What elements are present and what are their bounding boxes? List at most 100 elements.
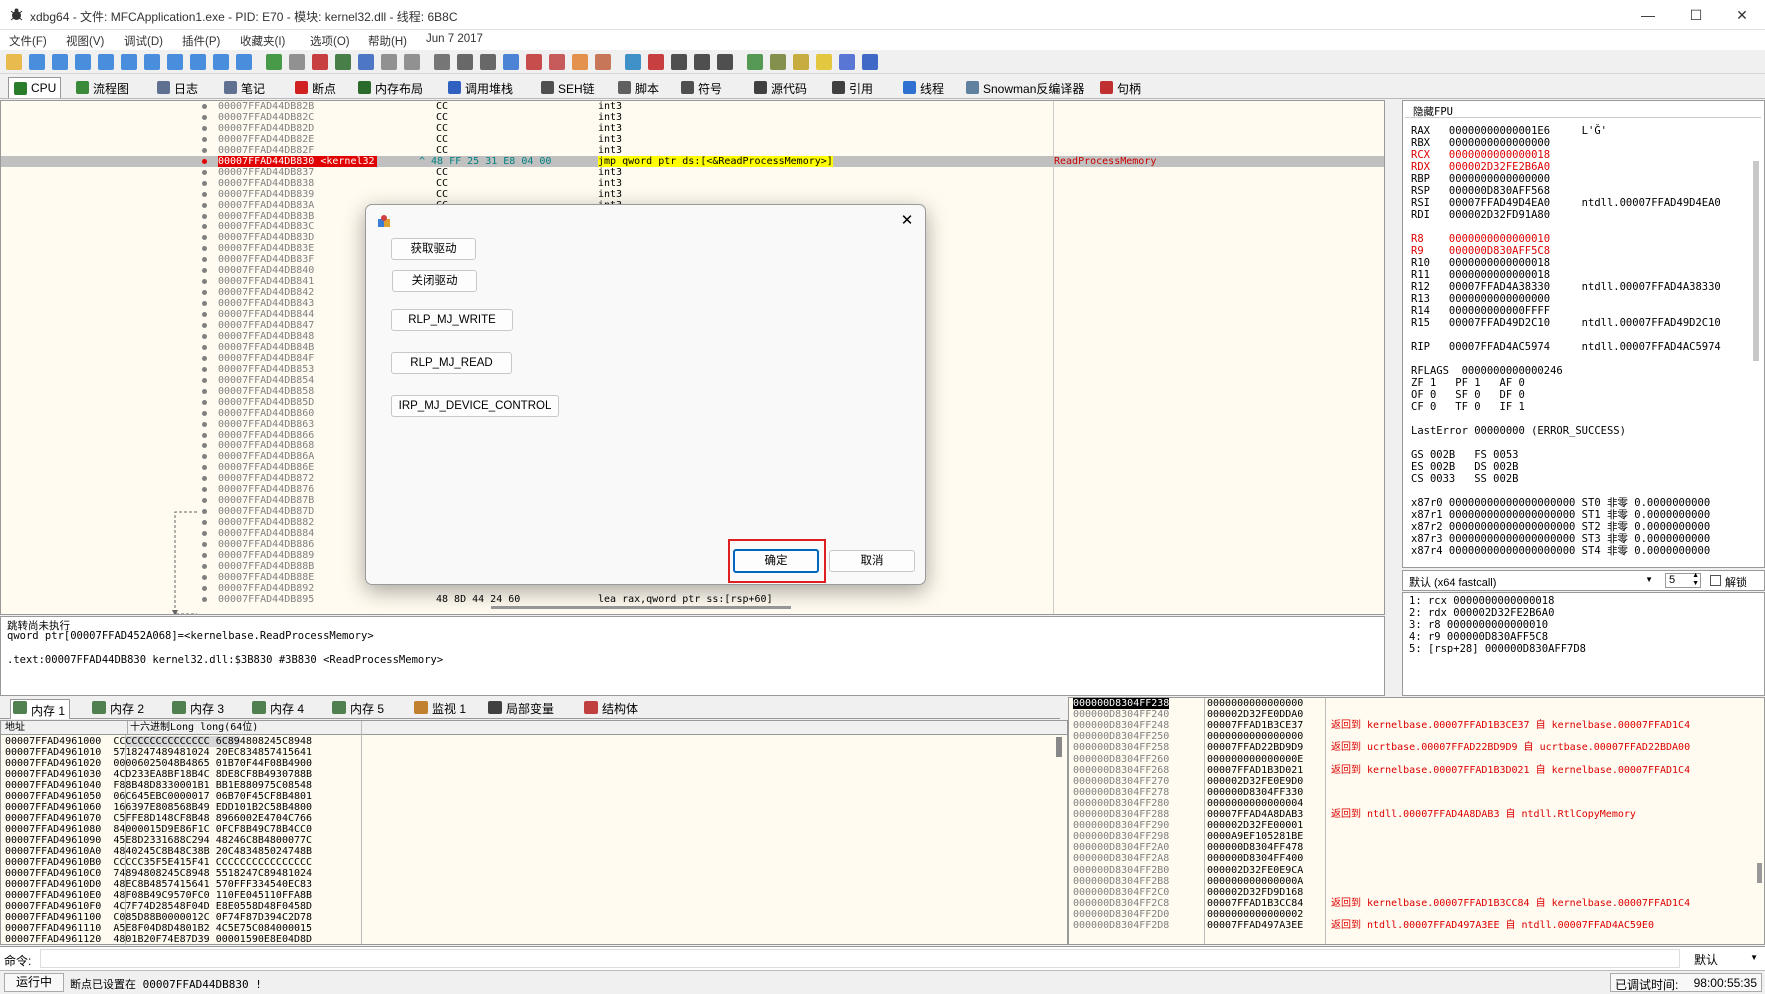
cancel-button[interactable]: 取消	[829, 550, 915, 572]
breakpoint-dot-icon[interactable]	[202, 279, 207, 285]
breakpoint-dot-icon[interactable]	[202, 301, 207, 307]
register-line[interactable]: RSP 000000D830AFF568	[1411, 185, 1550, 197]
symbols-icon[interactable]	[434, 54, 450, 70]
dump-row[interactable]: 00007FFAD4961090 45E8D2331688C294 48246C…	[5, 835, 312, 846]
register-line[interactable]: RDI 000002D32FD91A80	[1411, 209, 1550, 221]
dialog-button-2[interactable]: RLP_MJ_WRITE	[391, 309, 513, 331]
disasm-row[interactable]: 00007FFAD44DB82F CC int3	[1, 145, 1384, 156]
dialog-button-0[interactable]: 获取驱动	[391, 238, 476, 260]
breakpoint-dot-icon[interactable]	[202, 366, 207, 372]
memory-tab-7[interactable]: 结构体	[582, 700, 638, 717]
breakpoint-dot-icon[interactable]	[202, 520, 207, 526]
dump-col-address[interactable]: 地址	[5, 721, 25, 734]
settings-icon[interactable]	[770, 54, 786, 70]
breakpoint-dot-icon[interactable]	[202, 399, 207, 405]
breakpoint-dot-icon[interactable]	[202, 476, 207, 482]
stack-value[interactable]: 000002D32FE00001	[1207, 820, 1303, 831]
breakpoint-dot-icon[interactable]	[202, 290, 207, 296]
comment-icon[interactable]	[572, 54, 588, 70]
menu-item-1[interactable]: 视图(V)	[66, 33, 104, 49]
stack-value[interactable]: 000002D32FE0DDA0	[1207, 709, 1303, 720]
dump-row[interactable]: 00007FFAD49610D0 48EC8B4857415641 570FFF…	[5, 879, 312, 890]
register-line[interactable]: RIP 00007FFAD4AC5974 ntdll.00007FFAD4AC5…	[1411, 341, 1721, 353]
tab-9[interactable]: 符号	[676, 77, 726, 98]
dump-col-hex[interactable]: 十六进制Long long(64位)	[127, 721, 258, 734]
memory-dump-pane[interactable]: 地址 十六进制Long long(64位) 00007FFAD4961000 C…	[0, 720, 1068, 945]
stack-address[interactable]: 000000D8304FF248	[1073, 720, 1169, 731]
register-line[interactable]: RDX 000002D32FE2B6A0	[1411, 161, 1550, 173]
breakpoint-dot-icon[interactable]	[202, 147, 207, 153]
memory-tab-0[interactable]: 内存 1	[10, 699, 71, 719]
breakpoint-dot-icon[interactable]	[202, 585, 207, 591]
register-line[interactable]: CS 0033 SS 002B	[1411, 473, 1518, 485]
breakpoint-dot-icon[interactable]	[202, 344, 207, 350]
breakpoint-dot-icon[interactable]	[202, 191, 207, 197]
register-line[interactable]: RFLAGS 0000000000000246	[1411, 365, 1563, 377]
fx-icon[interactable]	[671, 54, 687, 70]
step-into-icon[interactable]	[121, 54, 137, 70]
dump-row[interactable]: 00007FFAD49610F0 4C7F74D28548F04D E8E055…	[5, 901, 312, 912]
stack-address[interactable]: 000000D8304FF288	[1073, 809, 1169, 820]
dump-vscroll[interactable]	[1056, 737, 1062, 757]
breakpoint-dot-icon[interactable]	[202, 552, 207, 558]
breakpoint-dot-icon[interactable]	[202, 268, 207, 274]
stack-value[interactable]: 000000000000000E	[1207, 754, 1303, 765]
breakpoint-dot-icon[interactable]	[202, 498, 207, 504]
stack-address[interactable]: 000000D8304FF298	[1073, 831, 1169, 842]
execute-till-return-icon[interactable]	[213, 54, 229, 70]
memory-tab-3[interactable]: 内存 4	[250, 700, 304, 717]
tab-3[interactable]: 笔记	[219, 77, 269, 98]
stack-address[interactable]: 000000D8304FF2A8	[1073, 853, 1169, 864]
breakpoint-dot-icon[interactable]	[202, 323, 207, 328]
stack-address[interactable]: 000000D8304FF2D0	[1073, 909, 1169, 920]
tab-2[interactable]: 日志	[152, 77, 202, 98]
dump-row[interactable]: 00007FFAD4961120 4801B20F74E87D39 000015…	[5, 934, 312, 944]
help-icon[interactable]	[816, 54, 832, 70]
register-line[interactable]: ZF 1 PF 1 AF 0	[1411, 377, 1525, 389]
menu-item-3[interactable]: 插件(P)	[182, 33, 220, 49]
register-line[interactable]: R9 000000D830AFF5C8	[1411, 245, 1550, 257]
dialog-close-button[interactable]: ✕	[896, 211, 918, 231]
stack-value[interactable]: 000002D32FD9D168	[1207, 887, 1303, 898]
hide-fpu-button[interactable]: 隐藏FPU	[1405, 102, 1761, 118]
breakpoint-dot-icon[interactable]	[202, 158, 207, 164]
breakpoint-dot-icon[interactable]	[202, 531, 207, 537]
bookmark-icon[interactable]	[625, 54, 641, 70]
stack-value[interactable]: 00007FFAD1B3D021	[1207, 765, 1303, 776]
stack-value[interactable]: 0000000000000002	[1207, 909, 1303, 920]
dialog-button-3[interactable]: RLP_MJ_READ	[391, 352, 512, 374]
patch-icon[interactable]	[266, 54, 282, 70]
tab-12[interactable]: 线程	[898, 77, 948, 98]
register-line[interactable]: RAX 00000000000001E6 L'Ǧ'	[1411, 125, 1607, 137]
register-line[interactable]: CF 0 TF 0 IF 1	[1411, 401, 1525, 413]
stack-value[interactable]: 000002D32FE0E9CA	[1207, 865, 1303, 876]
dump-row[interactable]: 00007FFAD4961080 84000015D9E86F1C 0FCF8B…	[5, 824, 312, 835]
dump-row[interactable]: 00007FFAD4961060 166397E808568B49 EDD101…	[5, 802, 312, 813]
stack-value[interactable]: 00007FFAD497A3EE	[1207, 920, 1303, 931]
disasm-row[interactable]: 00007FFAD44DB82E CC int3	[1, 134, 1384, 145]
breakpoint-dot-icon[interactable]	[202, 104, 207, 109]
breakpoint-dot-icon[interactable]	[202, 487, 207, 493]
menu-item-2[interactable]: 调试(D)	[124, 33, 163, 49]
dump-row[interactable]: 00007FFAD4961050 06C645EBC0000017 06B70F…	[5, 791, 312, 802]
handles-icon[interactable]	[526, 54, 542, 70]
strings-icon[interactable]	[694, 54, 710, 70]
dump-row[interactable]: 00007FFAD4961020 00006025048B4865 01B70F…	[5, 758, 312, 769]
tab-0[interactable]: CPU	[8, 77, 62, 98]
register-line[interactable]: R15 00007FFAD49D2C10 ntdll.00007FFAD49D2…	[1411, 317, 1721, 329]
breakpoint-dot-icon[interactable]	[202, 421, 207, 427]
breakpoint-dot-icon[interactable]	[202, 224, 207, 230]
stack-address[interactable]: 000000D8304FF238	[1073, 698, 1170, 709]
tab-10[interactable]: 源代码	[749, 77, 811, 98]
register-line[interactable]: GS 002B FS 0053	[1411, 449, 1518, 461]
threads-icon[interactable]	[503, 54, 519, 70]
breakpoint-dot-icon[interactable]	[202, 125, 207, 131]
disasm-row[interactable]: 00007FFAD44DB82C CC int3	[1, 112, 1384, 123]
stack-address[interactable]: 000000D8304FF268	[1073, 765, 1169, 776]
search-icon[interactable]	[480, 54, 496, 70]
dump-row[interactable]: 00007FFAD49610A0 4840245C8B48C38B 20C483…	[5, 846, 312, 857]
breakpoint-dot-icon[interactable]	[202, 377, 207, 383]
stack-address[interactable]: 000000D8304FF258	[1073, 742, 1169, 753]
registers-vscroll[interactable]	[1753, 161, 1759, 361]
breakpoint-dot-icon[interactable]	[202, 333, 207, 339]
